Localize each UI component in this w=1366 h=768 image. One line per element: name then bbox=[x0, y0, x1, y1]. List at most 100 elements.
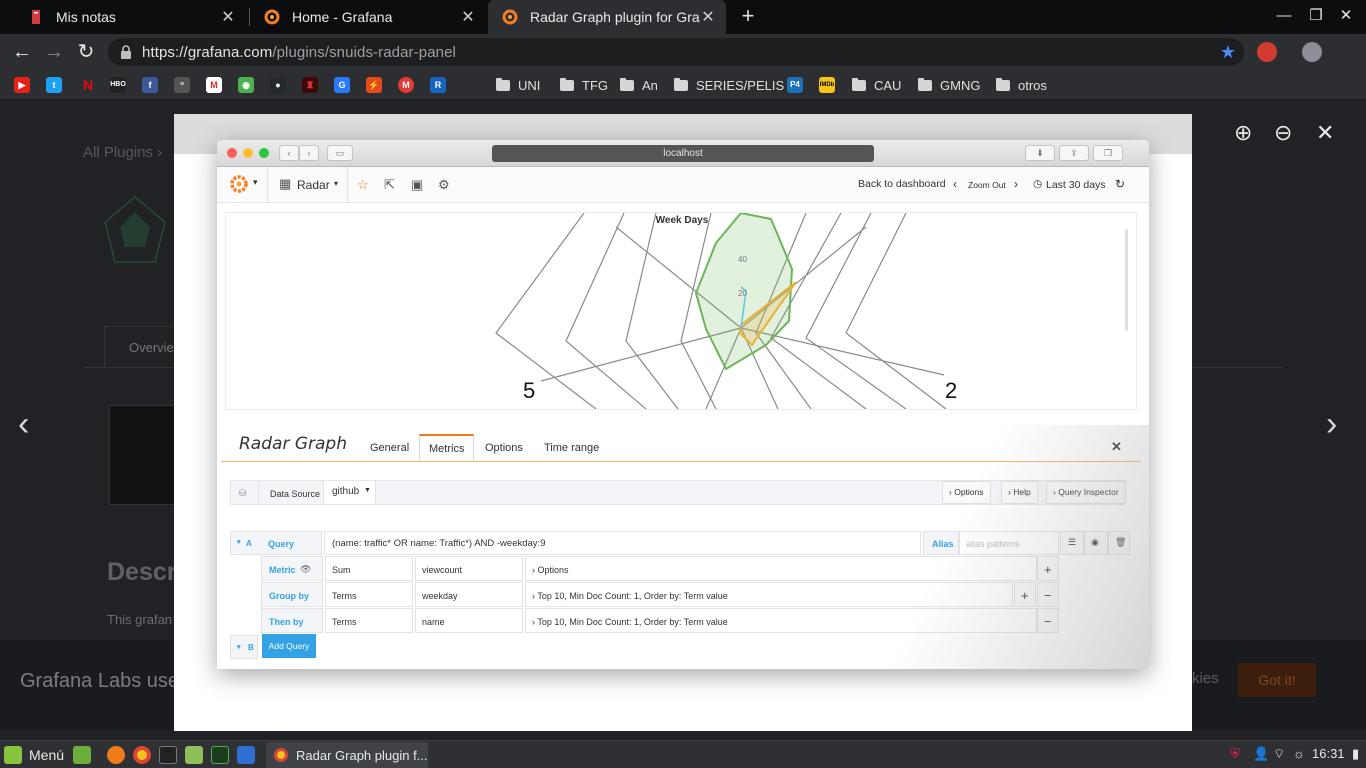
bookmark-folder[interactable]: An bbox=[620, 76, 658, 94]
eye-icon[interactable]: ◉ bbox=[1084, 531, 1108, 555]
files-icon[interactable] bbox=[185, 746, 203, 764]
close-editor-icon[interactable]: ✕ bbox=[1111, 439, 1122, 455]
clock-time[interactable]: 16:31 bbox=[1312, 746, 1345, 761]
previous-image-arrow-icon[interactable]: ‹ bbox=[18, 405, 29, 444]
user-icon[interactable]: 👤 bbox=[1253, 746, 1269, 762]
gmail-icon[interactable]: M bbox=[206, 77, 222, 93]
terminal-icon[interactable] bbox=[159, 746, 177, 764]
zoom-in-icon[interactable]: ⊕ bbox=[1234, 120, 1252, 146]
metric-options[interactable]: › Options bbox=[525, 556, 1037, 581]
shield-icon[interactable]: ⛨ bbox=[1230, 746, 1240, 762]
groupby-field-select[interactable]: weekday bbox=[415, 582, 523, 607]
grafana-logo-icon[interactable] bbox=[229, 174, 249, 194]
youtube-icon[interactable]: ▶ bbox=[14, 77, 30, 93]
facebook-icon[interactable]: f bbox=[142, 77, 158, 93]
add-groupby-button[interactable]: + bbox=[1014, 582, 1036, 607]
reload-icon[interactable]: ↻ bbox=[74, 40, 98, 64]
maximize-icon[interactable]: ❐ bbox=[1306, 6, 1326, 26]
close-dot-icon[interactable] bbox=[227, 148, 237, 158]
panel-scrollbar[interactable] bbox=[1125, 229, 1128, 331]
close-tab-icon[interactable]: ✕ bbox=[220, 7, 236, 27]
bookmark-icon[interactable]: R bbox=[430, 77, 446, 93]
bookmark-folder[interactable]: SERIES/PELIS bbox=[674, 76, 784, 94]
star-icon[interactable]: ☆ bbox=[357, 177, 369, 193]
thenby-type-select[interactable]: Terms bbox=[325, 608, 413, 633]
bookmark-folder[interactable]: GMNG bbox=[918, 76, 980, 94]
chevron-right-icon[interactable]: › bbox=[1014, 177, 1018, 191]
bookmark-icon[interactable]: ◉ bbox=[238, 77, 254, 93]
tab-general[interactable]: General bbox=[370, 442, 409, 454]
close-tab-icon[interactable]: ✕ bbox=[460, 7, 476, 27]
add-query-button[interactable]: Add Query bbox=[262, 634, 316, 658]
bookmark-icon[interactable]: ♜ bbox=[302, 77, 318, 93]
tab-mis-notas[interactable]: Mis notas ✕ bbox=[14, 0, 246, 34]
download-icon[interactable]: ⬇ bbox=[1025, 145, 1055, 161]
close-lightbox-icon[interactable]: ✕ bbox=[1316, 120, 1334, 146]
bookmark-folder[interactable]: otros bbox=[996, 76, 1047, 94]
metric-field-select[interactable]: viewcount bbox=[415, 556, 523, 581]
bookmark-icon[interactable]: ≡ bbox=[174, 77, 190, 93]
gear-icon[interactable]: ⚙ bbox=[438, 177, 450, 193]
bookmark-folder[interactable]: UNI bbox=[496, 76, 540, 94]
got-it-button[interactable]: Got it! bbox=[1238, 663, 1316, 697]
hbo-icon[interactable]: HBO bbox=[110, 77, 126, 93]
brightness-icon[interactable]: ☼ bbox=[1293, 746, 1305, 761]
profile-avatar[interactable] bbox=[1302, 42, 1322, 62]
tab-time-range[interactable]: Time range bbox=[544, 442, 599, 454]
groupby-options[interactable]: › Top 10, Min Doc Count: 1, Order by: Te… bbox=[525, 582, 1013, 607]
firefox-icon[interactable] bbox=[107, 746, 125, 764]
bookmark-star-icon[interactable]: ★ bbox=[1220, 42, 1236, 63]
back-arrow-icon[interactable]: ← bbox=[10, 40, 34, 64]
tab-options[interactable]: Options bbox=[485, 442, 523, 454]
ds-help-button[interactable]: › Help bbox=[1001, 481, 1038, 504]
alias-input[interactable]: alias patterns bbox=[959, 531, 1059, 555]
bookmark-icon[interactable]: ⚡ bbox=[366, 77, 382, 93]
share-icon[interactable]: ⇪ bbox=[1059, 145, 1089, 161]
bookmark-folder[interactable]: TFG bbox=[560, 76, 608, 94]
github-icon[interactable]: ● bbox=[270, 77, 286, 93]
close-tab-icon[interactable]: ✕ bbox=[700, 7, 716, 27]
datasource-select[interactable]: github ▼ bbox=[323, 481, 376, 504]
forward-arrow-icon[interactable]: → bbox=[42, 40, 66, 64]
dashboard-picker[interactable]: Radar bbox=[297, 178, 330, 192]
save-icon[interactable]: ▣ bbox=[411, 177, 423, 193]
thenby-options[interactable]: › Top 10, Min Doc Count: 1, Order by: Te… bbox=[525, 608, 1037, 633]
add-metric-button[interactable]: + bbox=[1037, 556, 1059, 581]
bookmark-icon[interactable]: M bbox=[398, 77, 414, 93]
chrome-icon[interactable] bbox=[133, 746, 151, 764]
wifi-icon[interactable]: ⌔ bbox=[1273, 746, 1285, 762]
sidebar-icon[interactable]: ▭ bbox=[327, 145, 353, 161]
mac-address-bar[interactable]: localhost bbox=[492, 145, 874, 162]
metric-agg-select[interactable]: Sum bbox=[325, 556, 413, 581]
share-icon[interactable]: ⇱ bbox=[384, 177, 395, 193]
tabs-icon[interactable]: ❐ bbox=[1093, 145, 1123, 161]
time-range-picker[interactable]: Last 30 days bbox=[1046, 179, 1106, 191]
new-tab-button[interactable]: + bbox=[737, 5, 759, 27]
imdb-icon[interactable]: IMDb bbox=[819, 77, 835, 93]
groupby-type-select[interactable]: Terms bbox=[325, 582, 413, 607]
screenshot-thumbnail[interactable] bbox=[109, 405, 175, 505]
zoom-dot-icon[interactable] bbox=[259, 148, 269, 158]
chevron-left-icon[interactable]: ‹ bbox=[953, 177, 957, 191]
bookmark-icon[interactable]: G bbox=[334, 77, 350, 93]
thenby-field-select[interactable]: name bbox=[415, 608, 523, 633]
remove-groupby-button[interactable]: − bbox=[1037, 582, 1059, 607]
trash-icon[interactable]: 🗑 bbox=[1108, 531, 1130, 555]
breadcrumb[interactable]: All Plugins › bbox=[83, 144, 162, 161]
query-a-header[interactable]: ▾ A Query bbox=[230, 531, 322, 555]
query-input[interactable]: (name: traffic* OR name: Traffic*) AND -… bbox=[324, 531, 921, 555]
tab-metrics[interactable]: Metrics bbox=[419, 434, 475, 462]
system-monitor-icon[interactable] bbox=[211, 746, 229, 764]
back-icon[interactable]: ‹ bbox=[279, 145, 299, 161]
zoom-out-button[interactable]: Zoom Out bbox=[968, 180, 1006, 190]
refresh-icon[interactable]: ↻ bbox=[1115, 177, 1125, 191]
zoom-out-icon[interactable]: ⊖ bbox=[1274, 120, 1292, 146]
desktop-corner-icon[interactable]: ▮ bbox=[1352, 746, 1359, 762]
back-to-dashboard-link[interactable]: Back to dashboard bbox=[858, 178, 946, 190]
bookmark-icon[interactable]: P4 bbox=[787, 77, 803, 93]
next-image-arrow-icon[interactable]: › bbox=[1326, 405, 1337, 444]
tab-overview[interactable]: Overvie bbox=[129, 340, 174, 355]
taskbar-window-button[interactable]: Radar Graph plugin f... bbox=[266, 742, 428, 768]
address-bar[interactable]: https://grafana.com/plugins/snuids-radar… bbox=[108, 38, 1244, 66]
eye-icon[interactable]: 👁 bbox=[300, 564, 311, 575]
